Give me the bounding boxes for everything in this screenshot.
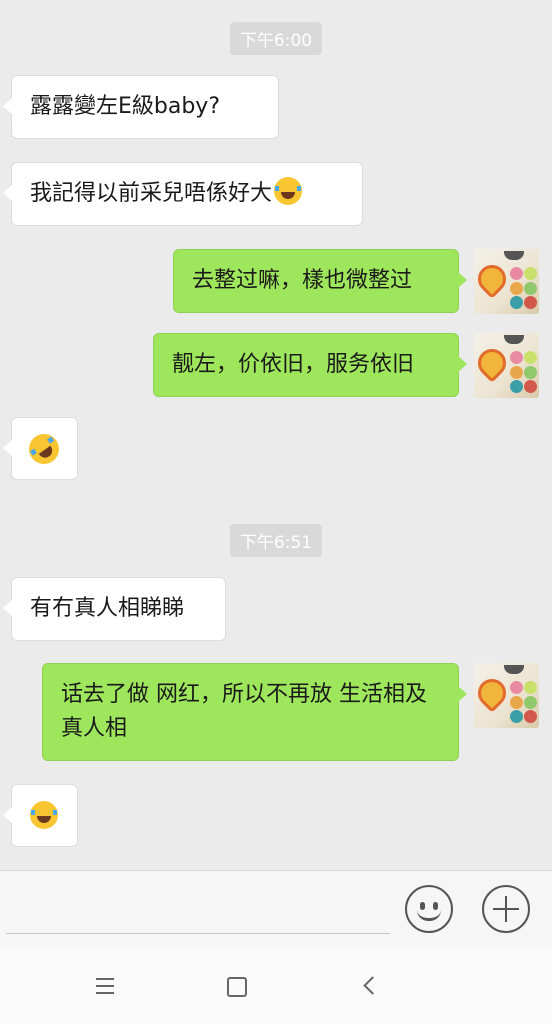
message-bubble[interactable]: 露露變左E級baby? (3, 75, 279, 139)
timestamp: 下午6:00 (229, 22, 323, 55)
message-text: 话去了做 网红，所以不再放 生活相及真人相 (61, 682, 427, 741)
back-icon[interactable] (363, 976, 382, 995)
message-text: 露露變左E級baby? (30, 94, 221, 119)
message-bubble[interactable]: 去整过嘛，樣也微整过 (173, 249, 467, 313)
message-text: 我記得以前采兒唔係好大 (30, 181, 273, 206)
timestamp: 下午6:51 (229, 524, 323, 557)
emoji-icon (420, 902, 425, 910)
message-text: 有冇真人相睇睇 (30, 596, 185, 621)
message-text: 靓左，价依旧，服务依旧 (172, 352, 415, 377)
message-text: 去整过嘛，樣也微整过 (192, 268, 413, 293)
message-input[interactable] (6, 933, 390, 934)
menu-icon[interactable] (96, 978, 114, 999)
message-bubble[interactable] (3, 784, 78, 847)
message-bubble[interactable] (3, 417, 78, 480)
message-bubble[interactable]: 我記得以前采兒唔係好大 (3, 162, 363, 226)
avatar[interactable] (474, 249, 539, 314)
avatar[interactable] (474, 663, 539, 728)
message-bubble[interactable]: 靓左，价依旧，服务依旧 (153, 333, 467, 397)
message-bubble[interactable]: 有冇真人相睇睇 (3, 577, 226, 641)
tears-of-joy-emoji-icon (274, 177, 303, 205)
emoji-button[interactable] (405, 885, 453, 933)
chat-area[interactable]: 下午6:00 露露變左E級baby? 我記得以前采兒唔係好大 去整过嘛，樣也微整… (0, 0, 552, 870)
plus-icon[interactable] (482, 885, 530, 933)
rolling-on-floor-laughing-emoji-icon (23, 428, 65, 470)
input-bar (0, 870, 552, 949)
avatar[interactable] (474, 333, 539, 398)
message-bubble[interactable]: 话去了做 网红，所以不再放 生活相及真人相 (42, 663, 467, 761)
system-navbar (0, 948, 552, 1024)
tears-of-joy-emoji-icon (30, 801, 58, 829)
home-icon[interactable] (227, 977, 247, 997)
